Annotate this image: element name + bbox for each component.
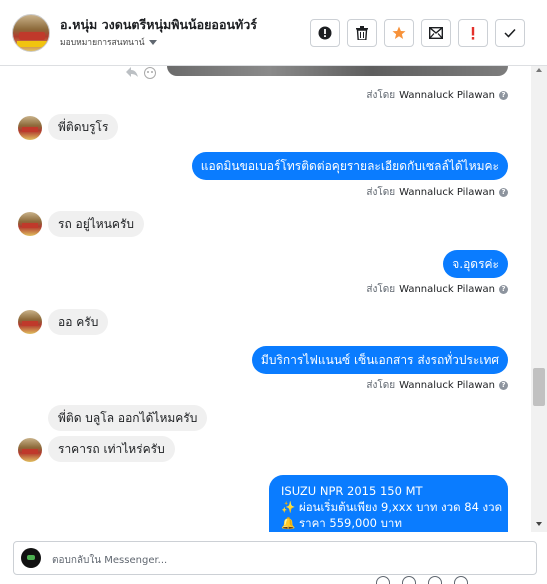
- spam-exclamation-icon: [471, 26, 475, 40]
- reply-icon[interactable]: [125, 66, 139, 78]
- sent-by-meta: ส่งโดย Wannaluck Pilawan ?: [366, 88, 508, 103]
- sent-by-meta: ส่งโดย Wannaluck Pilawan ?: [366, 185, 508, 200]
- contact-avatar-small[interactable]: [18, 116, 42, 140]
- sent-by-label: ส่งโดย: [366, 187, 396, 198]
- contact-name[interactable]: อ.หนุ่ม วงดนตรีหนุ่มพินน้อยออนทัวร์: [60, 15, 257, 35]
- contact-avatar[interactable]: [12, 14, 50, 52]
- incoming-message[interactable]: ออ ครับ: [48, 309, 109, 335]
- contact-avatar-small[interactable]: [18, 438, 42, 462]
- alert-circle-icon: [318, 26, 332, 40]
- mark-unread-button[interactable]: [421, 19, 451, 47]
- sender-name: Wannaluck Pilawan: [399, 284, 495, 295]
- info-icon[interactable]: ?: [499, 381, 508, 390]
- outgoing-message[interactable]: จ.อุดรค่ะ: [443, 250, 508, 278]
- sent-by-label: ส่งโดย: [366, 284, 396, 295]
- card-title: ISUZU NPR 2015 150 MT: [281, 484, 423, 498]
- delete-button[interactable]: [347, 19, 377, 47]
- chevron-down-icon: [148, 40, 157, 45]
- outgoing-message[interactable]: แอดมินขอเบอร์โทรติดต่อคุยรายละเอียดกับเซ…: [191, 152, 508, 180]
- message-thread[interactable]: ส่งโดย Wannaluck Pilawan ? พี่ติดบรูโร แ…: [0, 66, 531, 532]
- incoming-message[interactable]: พี่ติดบรูโร: [48, 114, 119, 140]
- message-scrollbar[interactable]: [531, 66, 547, 532]
- checkmark-icon: [504, 28, 516, 38]
- card-installment: ✨ ผ่อนเริ่มต้นเพียง 9,xxx บาท งวด 84 งวด: [281, 500, 503, 514]
- star-button[interactable]: [384, 19, 414, 47]
- mark-done-button[interactable]: [495, 19, 525, 47]
- outgoing-vehicle-card[interactable]: ISUZU NPR 2015 150 MT ✨ ผ่อนเริ่มต้นเพีย…: [269, 475, 508, 532]
- sent-by-meta: ส่งโดย Wannaluck Pilawan ?: [366, 378, 508, 393]
- attachment-image[interactable]: [167, 66, 508, 76]
- info-icon[interactable]: ?: [499, 285, 508, 294]
- reply-input[interactable]: [50, 550, 454, 570]
- sent-by-label: ส่งโดย: [366, 380, 396, 391]
- info-icon[interactable]: ?: [499, 188, 508, 197]
- emoji-reaction-icon[interactable]: [144, 67, 156, 79]
- info-icon[interactable]: ?: [499, 91, 508, 100]
- trash-icon: [356, 26, 368, 40]
- sender-name: Wannaluck Pilawan: [399, 380, 495, 391]
- sent-by-meta: ส่งโดย Wannaluck Pilawan ?: [366, 282, 508, 297]
- incoming-message[interactable]: ราคารถ เท่าไหร่ครับ: [48, 436, 175, 462]
- incoming-message[interactable]: รถ อยู่ไหนครับ: [48, 211, 145, 237]
- mark-unread-icon: [429, 27, 443, 39]
- reply-box[interactable]: [13, 541, 537, 575]
- assign-conversation-dropdown[interactable]: มอบหมายการสนทนาน์: [60, 35, 157, 49]
- scroll-thumb[interactable]: [533, 368, 545, 406]
- scroll-up-arrow-icon[interactable]: [536, 68, 542, 72]
- contact-avatar-small[interactable]: [18, 310, 42, 334]
- alert-button[interactable]: [310, 19, 340, 47]
- contact-avatar-small[interactable]: [18, 212, 42, 236]
- composer-area: [0, 532, 547, 584]
- mark-spam-button[interactable]: [458, 19, 488, 47]
- sender-name: Wannaluck Pilawan: [399, 187, 495, 198]
- conversation-toolbar: [310, 19, 525, 47]
- incoming-message[interactable]: พี่ติด บลูโล ออกได้ไหมครับ: [48, 405, 208, 431]
- scroll-down-arrow-icon[interactable]: [536, 522, 542, 526]
- conversation-header: อ.หนุ่ม วงดนตรีหนุ่มพินน้อยออนทัวร์ มอบห…: [0, 0, 547, 66]
- page-avatar: [21, 548, 41, 568]
- sent-by-label: ส่งโดย: [366, 90, 396, 101]
- card-price: 🔔 ราคา 559,000 บาท: [281, 516, 402, 530]
- assign-label: มอบหมายการสนทนาน์: [60, 38, 145, 48]
- outgoing-message[interactable]: มีบริการไฟแนนซ์ เซ็นเอกสาร ส่งรถทั่วประเ…: [251, 346, 508, 374]
- star-icon: [392, 26, 406, 39]
- sender-name: Wannaluck Pilawan: [399, 90, 495, 101]
